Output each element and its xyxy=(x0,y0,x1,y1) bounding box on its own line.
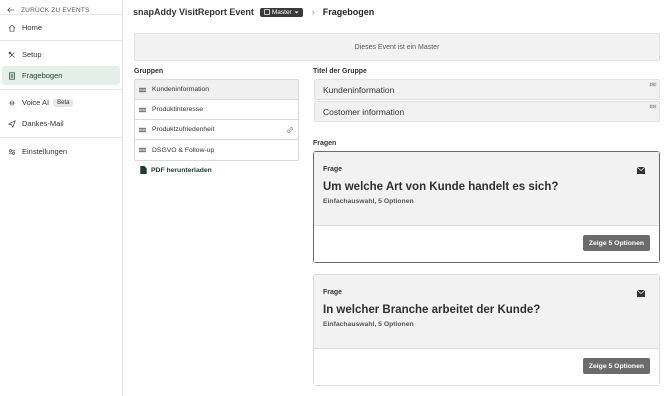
sidebar-item-einstellungen[interactable]: Einstellungen xyxy=(2,142,120,161)
sidebar-item-fragebogen[interactable]: Fragebogen xyxy=(2,66,120,85)
envelope-icon[interactable] xyxy=(637,290,645,297)
pdf-download-label: PDF herunterladen xyxy=(151,166,212,174)
drag-handle-icon[interactable] xyxy=(139,107,147,113)
master-dropdown[interactable]: Master xyxy=(259,7,303,17)
divider xyxy=(0,137,123,138)
send-icon xyxy=(8,119,16,128)
master-info-banner: Dieses Event ist ein Master xyxy=(134,33,660,61)
home-icon xyxy=(8,24,16,32)
arrow-left-icon xyxy=(7,7,15,13)
group-title-en-field[interactable]: Costomer information EN xyxy=(314,101,660,122)
sidebar-item-label: Home xyxy=(22,23,43,32)
question-text: In welcher Branche arbeitet der Kunde? xyxy=(323,304,541,316)
pdf-download-link[interactable]: PDF herunterladen xyxy=(140,166,212,174)
toggles-icon xyxy=(8,148,16,156)
master-label: Master xyxy=(271,8,292,16)
question-card[interactable]: Frage Um welche Art von Kunde handelt es… xyxy=(313,151,660,263)
sidebar-item-label: Dankes-Mail xyxy=(22,119,64,128)
sidebar-item-home[interactable]: Home xyxy=(2,18,120,37)
breadcrumb-separator: › xyxy=(311,7,315,17)
question-card[interactable]: Frage In welcher Branche arbeitet der Ku… xyxy=(313,274,660,386)
group-title-de-value: Kundeninformation xyxy=(323,84,395,95)
sidebar-item-voice-ai[interactable]: Voice AI Beta xyxy=(2,93,120,112)
question-kind: Frage xyxy=(323,289,343,296)
group-title-en-value: Costomer information xyxy=(323,106,405,117)
header: snapAddy VisitReport Event Master › Frag… xyxy=(133,5,374,19)
language-badge-de: DE xyxy=(648,82,657,87)
drag-handle-icon[interactable] xyxy=(139,147,147,153)
beta-badge: Beta xyxy=(53,98,74,107)
link-icon[interactable] xyxy=(286,126,294,134)
sidebar-item-dankes-mail[interactable]: Dankes-Mail xyxy=(2,114,120,133)
divider xyxy=(0,14,123,15)
question-meta: Einfachauswahl, 5 Optionen xyxy=(323,198,414,205)
group-item-produktinteresse[interactable]: Produktinteresse xyxy=(135,100,298,120)
back-label: ZURÜCK ZU EVENTS xyxy=(21,6,90,14)
envelope-icon[interactable] xyxy=(637,167,645,174)
sidebar-item-label: Fragebogen xyxy=(22,71,63,80)
group-label: DSGVO & Follow-up xyxy=(152,146,215,154)
group-item-produktzufriedenheit[interactable]: Produktzufriedenheit xyxy=(135,120,298,140)
divider xyxy=(0,40,123,41)
group-item-dsgvo[interactable]: DSGVO & Follow-up xyxy=(135,140,298,160)
group-label: Produktzufriedenheit xyxy=(152,126,215,133)
event-title: snapAddy VisitReport Event xyxy=(133,7,254,17)
sidebar-item-label: Setup xyxy=(22,50,42,59)
show-options-button[interactable]: Zeige 5 Optionen xyxy=(582,358,650,374)
drag-handle-icon[interactable] xyxy=(139,127,147,133)
page-title: Fragebogen xyxy=(322,7,375,17)
divider xyxy=(0,89,123,90)
tools-icon xyxy=(8,51,16,59)
groups-label: Gruppen xyxy=(134,68,164,75)
group-title-de-field[interactable]: Kundeninformation DE xyxy=(314,79,660,100)
question-text: Um welche Art von Kunde handelt es sich? xyxy=(323,181,559,193)
soundwave-icon xyxy=(8,99,16,107)
group-label: Kundeninformation xyxy=(152,86,210,93)
sidebar-item-setup[interactable]: Setup xyxy=(2,45,120,64)
group-item-kundeninformation[interactable]: Kundeninformation xyxy=(135,80,298,100)
file-icon xyxy=(140,166,147,174)
copy-icon xyxy=(264,9,270,15)
question-meta: Einfachauswahl, 5 Optionen xyxy=(323,321,414,328)
caret-down-icon xyxy=(294,11,299,13)
sidebar-item-label: Einstellungen xyxy=(22,147,68,156)
show-options-button[interactable]: Zeige 5 Optionen xyxy=(582,235,650,251)
drag-handle-icon[interactable] xyxy=(139,87,147,93)
sidebar-item-label: Voice AI xyxy=(22,98,50,107)
document-icon xyxy=(8,71,16,80)
group-title-label: Titel der Gruppe xyxy=(313,68,367,75)
groups-list: Kundeninformation Produktinteresse Produ… xyxy=(134,79,299,161)
language-badge-en: EN xyxy=(648,104,657,109)
questions-label: Fragen xyxy=(313,140,337,147)
question-kind: Frage xyxy=(323,166,343,173)
group-label: Produktinteresse xyxy=(152,106,204,113)
sidebar: ZURÜCK ZU EVENTS Home Setup Fragebogen V… xyxy=(0,0,123,396)
